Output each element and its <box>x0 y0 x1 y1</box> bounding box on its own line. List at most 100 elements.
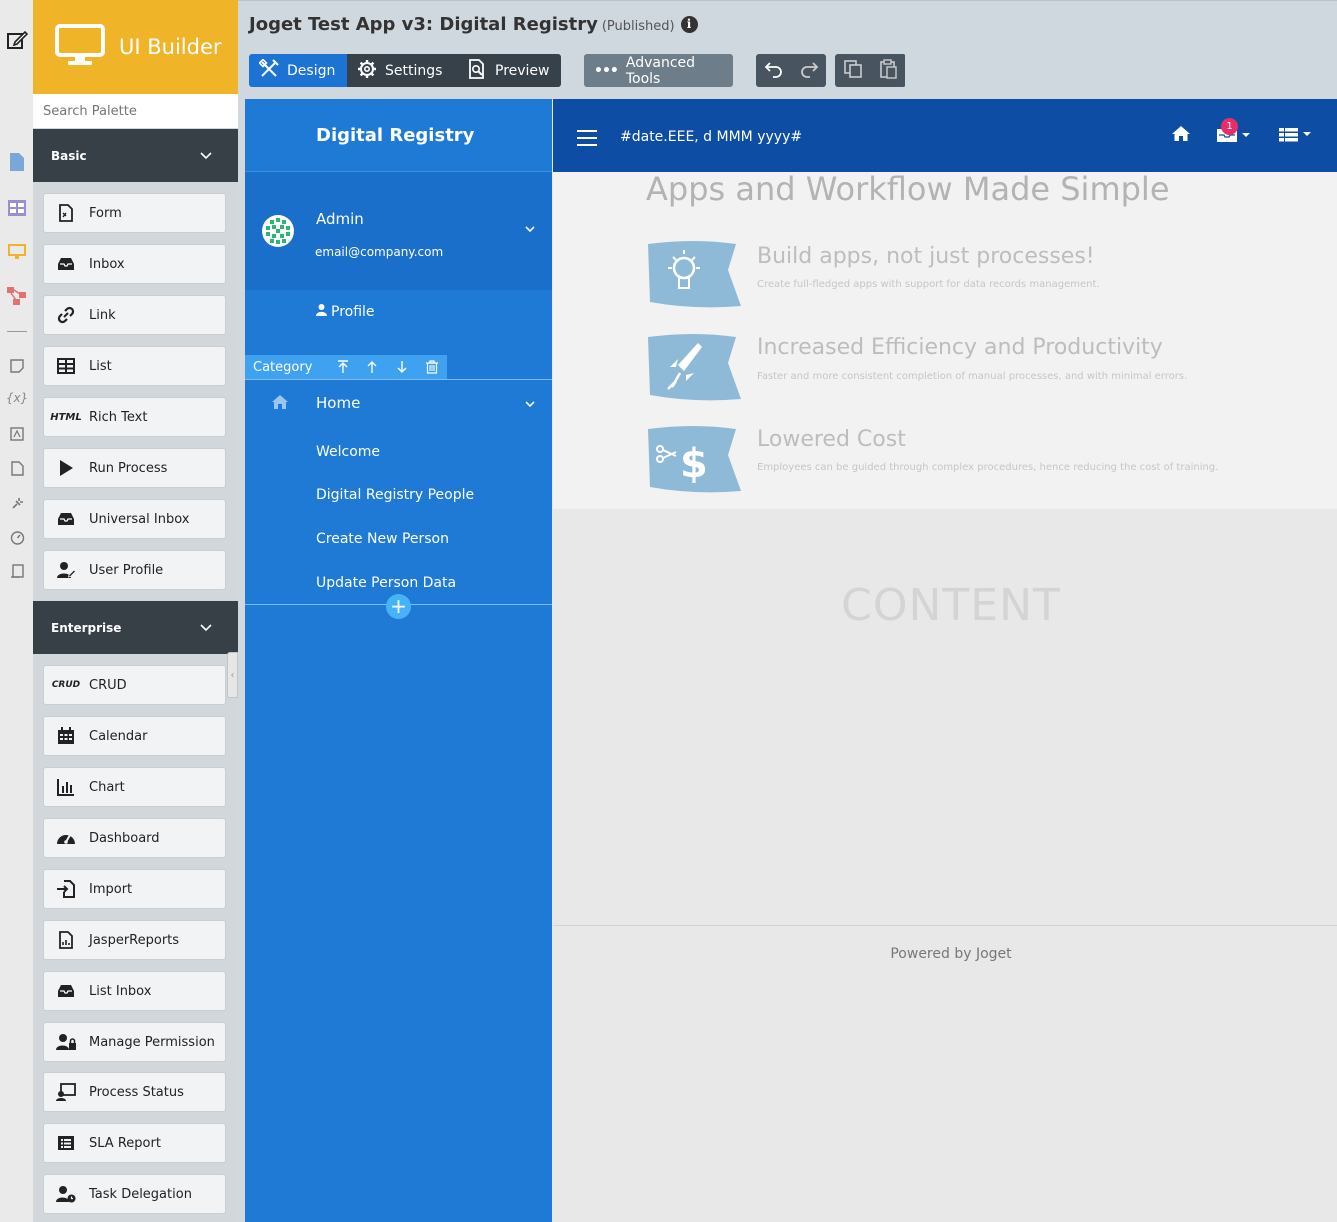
monitor-icon <box>55 24 105 70</box>
publish-status: (Published) <box>601 19 675 34</box>
palette-item-manage-permission[interactable]: Manage Permission <box>43 1022 226 1062</box>
presentation-icon <box>48 1082 84 1102</box>
add-category-button[interactable]: + <box>386 594 411 619</box>
palette-item-user-profile[interactable]: User Profile <box>43 550 226 590</box>
resources-icon[interactable] <box>6 458 28 478</box>
palette-item-form[interactable]: Form <box>43 193 226 233</box>
user-edit-icon <box>48 560 84 580</box>
preview-label: Preview <box>495 62 550 79</box>
content-area <box>553 509 1337 926</box>
process-builder-icon[interactable] <box>6 286 28 306</box>
delete-icon[interactable] <box>417 360 447 374</box>
palette-item-task-delegation[interactable]: Task Delegation <box>43 1174 226 1214</box>
builder-brand-name: UI Builder <box>119 35 222 59</box>
palette-item-label: Import <box>89 881 133 897</box>
move-up-icon[interactable] <box>357 360 387 374</box>
list-builder-icon[interactable] <box>6 198 28 218</box>
palette-item-universal-inbox[interactable]: Universal Inbox <box>43 499 226 539</box>
palette-item-link[interactable]: Link <box>43 295 226 335</box>
palette-item-list[interactable]: List <box>43 346 226 386</box>
ui-builder-icon[interactable] <box>6 242 28 262</box>
menu-item-digital-registry-people[interactable]: Digital Registry People <box>316 487 474 503</box>
builder-switcher-rail: {x} <box>0 0 34 1222</box>
profile-link[interactable]: Profile <box>316 304 375 320</box>
advanced-tools-button[interactable]: ••• Advanced Tools <box>584 54 733 87</box>
home-icon[interactable] <box>1171 125 1191 146</box>
i18n-icon[interactable] <box>6 424 28 444</box>
feature-description: Create full-fledged apps with support fo… <box>757 279 1100 290</box>
user-name: Admin <box>316 210 364 228</box>
list-menu-icon[interactable] <box>1278 127 1314 147</box>
gauge-icon <box>48 828 84 848</box>
menu-item-create-new-person[interactable]: Create New Person <box>316 531 449 547</box>
app-brand[interactable]: Digital Registry <box>245 99 552 172</box>
palette-item-label: Run Process <box>89 460 168 476</box>
redo-button[interactable] <box>791 54 826 87</box>
app-title: Joget Test App v3: Digital Registry (Publ… <box>249 14 698 35</box>
palette-item-label: List <box>89 358 112 374</box>
hero-title: Apps and Workflow Made Simple <box>646 170 1170 208</box>
plugin-icon[interactable] <box>6 493 28 513</box>
performance-icon[interactable] <box>6 527 28 547</box>
form-builder-icon[interactable] <box>6 152 28 172</box>
menu-item-welcome[interactable]: Welcome <box>316 444 380 460</box>
settings-button[interactable]: Settings <box>347 54 457 87</box>
undo-button[interactable] <box>756 54 791 87</box>
palette-item-run-process[interactable]: Run Process <box>43 448 226 488</box>
menu-item-update-person-data[interactable]: Update Person Data <box>316 575 456 591</box>
palette-item-process-status[interactable]: Process Status <box>43 1072 226 1112</box>
category-toolbar: Category <box>245 355 447 379</box>
mode-tabs: Design Settings Preview <box>249 54 561 87</box>
ellipsis-icon: ••• <box>594 62 619 79</box>
move-to-top-icon[interactable] <box>328 360 358 374</box>
palette-collapse-handle[interactable]: ‹ <box>227 652 238 698</box>
notes-icon[interactable] <box>6 356 28 376</box>
profile-label: Profile <box>331 304 375 320</box>
search-palette-input[interactable] <box>33 94 238 128</box>
palette-item-inbox[interactable]: Inbox <box>43 244 226 284</box>
preview-button[interactable]: Preview <box>457 54 561 87</box>
move-down-icon[interactable] <box>387 360 417 374</box>
palette-item-calendar[interactable]: Calendar <box>43 716 226 756</box>
chevron-down-icon[interactable] <box>525 222 535 236</box>
history-group <box>756 54 826 87</box>
palette-item-dashboard[interactable]: Dashboard <box>43 818 226 858</box>
palette-item-crud[interactable]: CRUD CRUD <box>43 665 226 705</box>
palette-item-rich-text[interactable]: HTML Rich Text <box>43 397 226 437</box>
category-label: Home <box>316 394 361 412</box>
palette-item-label: Process Status <box>89 1084 184 1100</box>
logs-icon[interactable] <box>6 561 28 581</box>
section-label: Enterprise <box>51 620 122 635</box>
palette-item-chart[interactable]: Chart <box>43 767 226 807</box>
palette-section-basic[interactable]: Basic <box>33 129 238 182</box>
palette-item-label: User Profile <box>89 562 164 578</box>
category-home[interactable] <box>245 380 552 428</box>
svg-text:$: $ <box>680 441 708 487</box>
palette-item-list-inbox[interactable]: List Inbox <box>43 971 226 1011</box>
palette-item-import[interactable]: Import <box>43 869 226 909</box>
palette-item-label: Universal Inbox <box>89 511 190 527</box>
palette-item-jasperreports[interactable]: JasperReports <box>43 920 226 960</box>
cost-scissors-bubble-icon: $ <box>646 425 742 493</box>
copy-button[interactable] <box>835 54 870 87</box>
clipboard-group <box>835 54 906 87</box>
variables-icon[interactable]: {x} <box>6 388 28 408</box>
info-icon[interactable]: i <box>680 16 698 33</box>
inbox-icon <box>48 254 84 274</box>
design-label: Design <box>287 62 336 79</box>
chevron-down-icon[interactable] <box>525 397 535 411</box>
chart-icon <box>48 777 84 797</box>
preview-document-icon <box>467 58 487 83</box>
palette-section-enterprise[interactable]: Enterprise <box>33 601 238 654</box>
builder-brand: UI Builder <box>33 0 238 94</box>
palette-item-sla-report[interactable]: SLA Report <box>43 1123 226 1163</box>
link-icon <box>48 305 84 325</box>
date-display: #date.EEE, d MMM yyyy# <box>620 129 803 145</box>
palette-item-label: Inbox <box>89 256 125 272</box>
import-icon <box>48 879 84 899</box>
design-button[interactable]: Design <box>249 54 347 87</box>
edit-icon[interactable] <box>6 30 28 50</box>
user-clock-icon <box>48 1184 84 1204</box>
hamburger-menu-icon[interactable] <box>577 130 597 151</box>
paste-button[interactable] <box>870 54 905 87</box>
